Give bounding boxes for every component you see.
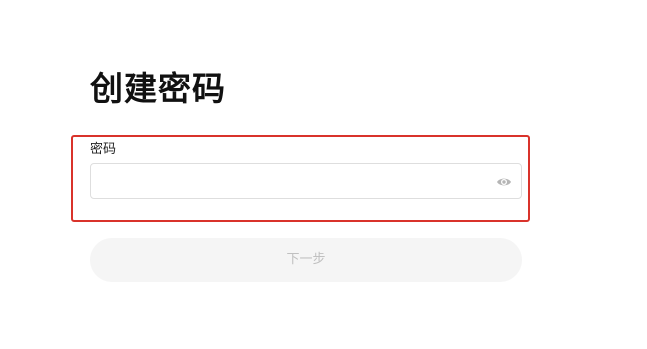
eye-icon[interactable] [496, 174, 512, 188]
password-field [90, 163, 522, 199]
page-title: 创建密码 [90, 69, 226, 108]
create-password-page: 创建密码 密码 下一步 [0, 0, 647, 349]
password-input[interactable] [91, 164, 481, 198]
password-label: 密码 [90, 142, 117, 157]
next-button[interactable]: 下一步 [90, 238, 522, 282]
